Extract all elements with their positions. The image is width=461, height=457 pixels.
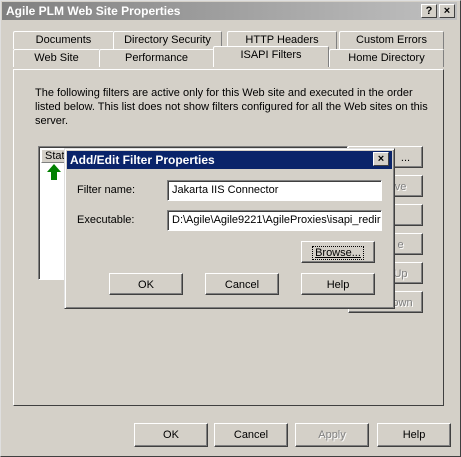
tab-web-site[interactable]: Web Site	[13, 49, 100, 67]
dialog-help-button[interactable]: Help	[301, 273, 375, 295]
dialog-ok-button[interactable]: OK	[109, 273, 183, 295]
cancel-button[interactable]: Cancel	[214, 423, 288, 447]
dialog-close-icon[interactable]: ×	[373, 152, 389, 166]
close-icon[interactable]: ×	[439, 4, 455, 18]
executable-input[interactable]: D:\Agile\Agile9221\AgileProxies\isapi_re…	[167, 210, 382, 231]
executable-label: Executable:	[77, 214, 135, 226]
tab-isapi-filters[interactable]: ISAPI Filters	[213, 46, 329, 67]
apply-button[interactable]: Apply	[295, 423, 369, 447]
tab-custom-errors[interactable]: Custom Errors	[339, 31, 444, 49]
help-button[interactable]: Help	[377, 423, 451, 447]
dialog-title-bar[interactable]: Add/Edit Filter Properties	[67, 151, 392, 169]
window-title: Agile PLM Web Site Properties	[6, 4, 181, 18]
window-title-bar[interactable]: Agile PLM Web Site Properties	[2, 2, 457, 20]
ok-button[interactable]: OK	[134, 423, 208, 447]
dialog-cancel-button[interactable]: Cancel	[205, 273, 279, 295]
filters-description: The following filters are active only fo…	[35, 87, 428, 127]
add-edit-filter-dialog: Add/Edit Filter Properties × Filter name…	[64, 148, 395, 309]
filter-name-label: Filter name:	[77, 184, 136, 196]
tab-performance[interactable]: Performance	[99, 49, 214, 67]
tab-documents[interactable]: Documents	[13, 31, 114, 49]
tab-directory-security[interactable]: Directory Security	[113, 31, 222, 49]
help-icon[interactable]: ?	[421, 4, 437, 18]
dialog-title: Add/Edit Filter Properties	[70, 153, 215, 167]
filter-name-input[interactable]: Jakarta IIS Connector	[167, 180, 382, 201]
arrow-up-icon	[47, 164, 61, 180]
browse-button[interactable]: Browse...	[301, 241, 375, 263]
tab-home-directory[interactable]: Home Directory	[329, 49, 444, 67]
